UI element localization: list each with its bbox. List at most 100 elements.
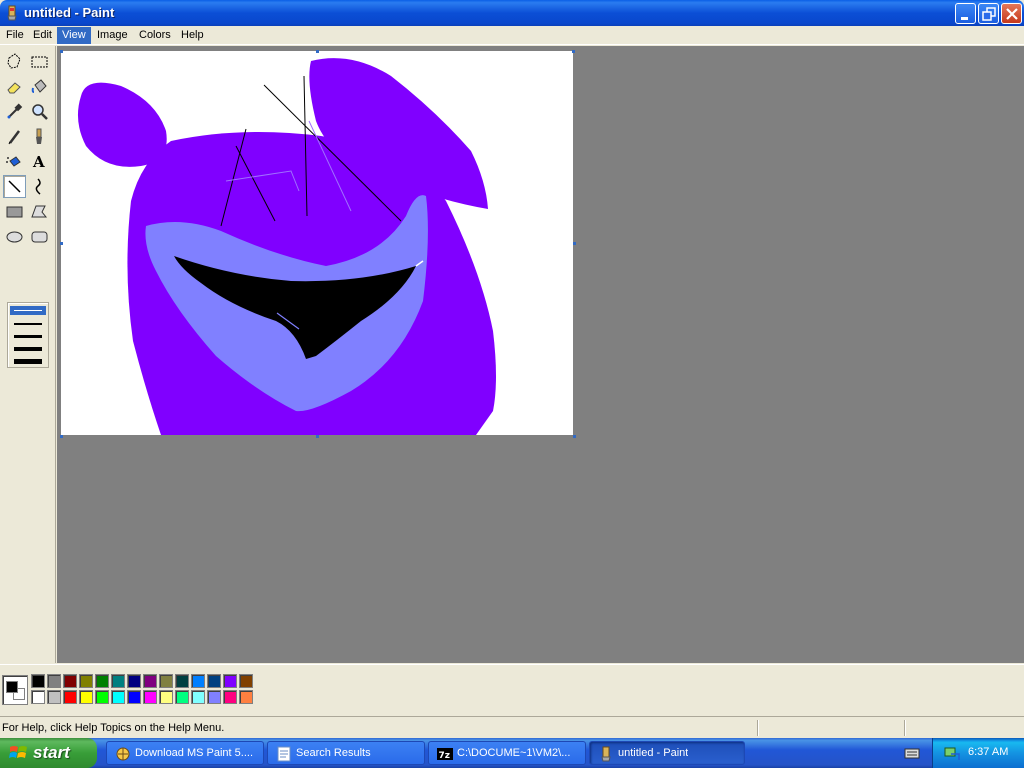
rounded-rectangle-tool[interactable] xyxy=(28,225,51,248)
svg-text:A: A xyxy=(32,153,45,171)
airbrush-tool[interactable] xyxy=(3,150,26,173)
polygon-icon xyxy=(31,205,48,218)
color-palette xyxy=(0,664,1024,713)
magnifier-icon xyxy=(32,104,48,120)
rectangle-icon xyxy=(6,206,23,218)
palette-swatch[interactable] xyxy=(47,690,61,704)
svg-text:7z: 7z xyxy=(439,751,451,761)
close-button[interactable] xyxy=(1001,3,1022,24)
palette-swatch[interactable] xyxy=(95,690,109,704)
paint-icon xyxy=(601,746,611,762)
rectangle-tool[interactable] xyxy=(3,200,26,223)
line-icon xyxy=(8,180,21,193)
free-form-select-tool[interactable] xyxy=(3,50,26,73)
start-label: start xyxy=(33,743,70,762)
minimize-icon xyxy=(961,17,968,20)
foreground-color-swatch[interactable] xyxy=(6,681,18,693)
resize-handle-bottom-left xyxy=(60,435,63,438)
palette-swatch[interactable] xyxy=(191,690,205,704)
network-tray-icon[interactable] xyxy=(943,744,961,762)
palette-swatch[interactable] xyxy=(63,690,77,704)
palette-swatch[interactable] xyxy=(31,690,45,704)
workspace xyxy=(57,46,1024,663)
palette-swatch[interactable] xyxy=(175,674,189,688)
line-width-2[interactable] xyxy=(14,323,42,325)
drawing-canvas[interactable] xyxy=(61,51,573,435)
palette-swatch[interactable] xyxy=(143,674,157,688)
brush-tool[interactable] xyxy=(28,125,51,148)
start-button[interactable]: start xyxy=(0,738,97,768)
palette-swatch[interactable] xyxy=(223,690,237,704)
minimize-button[interactable] xyxy=(955,3,976,24)
paint-app-icon[interactable] xyxy=(4,5,20,21)
drawing xyxy=(77,58,496,435)
palette-swatch[interactable] xyxy=(207,690,221,704)
browser-icon xyxy=(116,747,130,761)
menu-bar: File Edit View Image Colors Help xyxy=(0,26,1024,45)
palette-swatch[interactable] xyxy=(95,674,109,688)
palette-swatch[interactable] xyxy=(159,674,173,688)
task-label: untitled - Paint xyxy=(618,747,689,759)
palette-swatch[interactable] xyxy=(239,674,253,688)
palette-swatch[interactable] xyxy=(127,674,141,688)
eraser-tool[interactable] xyxy=(3,75,26,98)
select-tool[interactable] xyxy=(28,50,51,73)
fill-with-color-tool[interactable] xyxy=(28,75,51,98)
palette-swatch[interactable] xyxy=(47,674,61,688)
rectangle-select-icon xyxy=(31,56,48,68)
line-width-1[interactable] xyxy=(14,310,42,311)
restore-button[interactable] xyxy=(978,3,999,24)
palette-swatch[interactable] xyxy=(111,674,125,688)
resize-handle-bottom[interactable] xyxy=(316,435,319,438)
palette-swatch[interactable] xyxy=(159,690,173,704)
menu-image[interactable]: Image xyxy=(92,27,133,44)
palette-swatch[interactable] xyxy=(111,690,125,704)
palette-swatch[interactable] xyxy=(63,674,77,688)
task-search-results[interactable]: Search Results xyxy=(267,741,425,765)
resize-handle-right[interactable] xyxy=(573,242,576,245)
title-bar[interactable]: untitled - Paint xyxy=(0,0,1024,26)
pick-color-tool[interactable] xyxy=(3,100,26,123)
palette-swatch[interactable] xyxy=(143,690,157,704)
task-7zip-path[interactable]: 7z C:\DOCUME~1\VM2\... xyxy=(428,741,586,765)
windows-logo-icon xyxy=(9,746,27,758)
rounded-rectangle-icon xyxy=(31,231,48,243)
palette-swatch[interactable] xyxy=(79,674,93,688)
task-download-ms-paint[interactable]: Download MS Paint 5.... xyxy=(106,741,264,765)
curve-tool[interactable] xyxy=(28,175,51,198)
line-tool[interactable] xyxy=(3,175,26,198)
menu-view[interactable]: View xyxy=(57,27,91,44)
menu-edit[interactable]: Edit xyxy=(28,27,57,44)
pencil-tool[interactable] xyxy=(3,125,26,148)
taskbar-clock[interactable]: 6:37 AM xyxy=(968,746,1008,758)
ellipse-tool[interactable] xyxy=(3,225,26,248)
taskbar: start Download MS Paint 5.... Search Res… xyxy=(0,738,1024,768)
resize-handle-bottom-right[interactable] xyxy=(573,435,576,438)
menu-help[interactable]: Help xyxy=(176,27,209,44)
palette-swatch[interactable] xyxy=(239,690,253,704)
left-ear-shape xyxy=(77,82,167,167)
palette-swatch[interactable] xyxy=(223,674,237,688)
resize-handle-top-right xyxy=(572,50,575,53)
line-width-3[interactable] xyxy=(14,335,42,338)
magnifier-tool[interactable] xyxy=(28,100,51,123)
palette-swatch[interactable] xyxy=(127,690,141,704)
keyboard-tray-icon[interactable] xyxy=(904,746,920,760)
polygon-tool[interactable] xyxy=(28,200,51,223)
palette-swatch[interactable] xyxy=(175,690,189,704)
task-label: C:\DOCUME~1\VM2\... xyxy=(457,747,571,759)
palette-swatch[interactable] xyxy=(207,674,221,688)
line-width-5[interactable] xyxy=(14,359,42,364)
restore-icon xyxy=(982,7,996,21)
text-tool[interactable]: A xyxy=(28,150,51,173)
palette-swatch[interactable] xyxy=(79,690,93,704)
resize-handle-left xyxy=(60,242,63,245)
resize-handle-top-left xyxy=(60,50,63,53)
task-untitled-paint[interactable]: untitled - Paint xyxy=(589,741,745,765)
line-width-4[interactable] xyxy=(14,347,42,351)
palette-swatch[interactable] xyxy=(191,674,205,688)
menu-colors[interactable]: Colors xyxy=(134,27,176,44)
menu-file[interactable]: File xyxy=(1,27,29,44)
line-width-options xyxy=(7,302,49,368)
palette-swatch[interactable] xyxy=(31,674,45,688)
